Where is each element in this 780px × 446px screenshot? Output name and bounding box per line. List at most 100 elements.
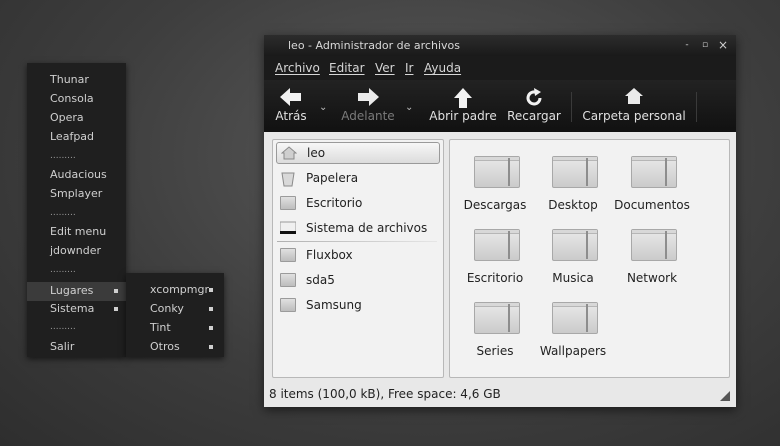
root-menu: Thunar Consola Opera Leafpad ......... A… <box>27 63 126 357</box>
folder-icon <box>280 248 296 262</box>
file-icon-view: Descargas Desktop Documentos Escritorio … <box>449 139 730 378</box>
status-bar: 8 items (100,0 kB), Free space: 4,6 GB <box>264 382 736 407</box>
title-bar[interactable]: leo - Administrador de archivos - ▫ × <box>264 35 736 56</box>
menu-item-lugares[interactable]: Lugares <box>50 283 93 299</box>
place-escritorio[interactable]: Escritorio <box>276 192 438 214</box>
reload-button[interactable]: Recargar <box>506 80 562 132</box>
submenu-item-xcompmgr[interactable]: xcompmgr <box>150 282 209 298</box>
trash-icon <box>281 172 295 187</box>
menu-item-leafpad[interactable]: Leafpad <box>50 129 94 145</box>
folder-icon <box>474 302 520 334</box>
menu-bar: Archivo Editar Ver Ir Ayuda <box>264 56 736 80</box>
folder-label: Network <box>626 271 678 285</box>
drive-icon <box>280 298 296 312</box>
menu-item-sistema[interactable]: Sistema <box>50 301 94 317</box>
menu-separator: ......... <box>50 322 76 332</box>
reload-label: Recargar <box>507 109 561 123</box>
place-papelera[interactable]: Papelera <box>276 167 438 189</box>
folder-icon <box>280 196 296 210</box>
folder-label: Wallpapers <box>539 344 607 358</box>
up-label: Abrir padre <box>429 109 497 123</box>
back-history-dropdown-icon[interactable]: ⌄ <box>319 102 327 113</box>
status-text: 8 items (100,0 kB), Free space: 4,6 GB <box>269 387 501 401</box>
folder-item-documentos[interactable]: Documentos <box>612 140 692 212</box>
close-button[interactable]: × <box>716 35 730 56</box>
submenu-item-conky[interactable]: Conky <box>150 301 184 317</box>
drive-icon <box>280 273 296 287</box>
place-label: Papelera <box>306 171 359 185</box>
place-samsung[interactable]: Samsung <box>276 294 438 316</box>
menu-editar[interactable]: Editar <box>329 56 365 80</box>
back-button[interactable]: Atrás <box>270 80 312 132</box>
place-leo[interactable]: leo <box>276 142 440 164</box>
menu-item-audacious[interactable]: Audacious <box>50 167 107 183</box>
resize-grip-icon[interactable] <box>720 391 730 401</box>
menu-ayuda[interactable]: Ayuda <box>424 56 461 80</box>
place-label: Samsung <box>306 298 362 312</box>
home-label: Carpeta personal <box>582 109 686 123</box>
menu-item-salir[interactable]: Salir <box>50 339 74 355</box>
up-button[interactable]: Abrir padre <box>428 80 498 132</box>
menu-item-consola[interactable]: Consola <box>50 91 94 107</box>
folder-icon <box>552 156 598 188</box>
forward-history-dropdown-icon[interactable]: ⌄ <box>405 102 413 113</box>
place-label: Sistema de archivos <box>306 221 428 235</box>
menu-item-jdownder[interactable]: jdownder <box>50 243 101 259</box>
menu-ver[interactable]: Ver <box>375 56 395 80</box>
drive-icon <box>280 221 296 234</box>
menu-separator: ......... <box>50 265 76 275</box>
arrow-up-icon <box>454 88 472 108</box>
home-button[interactable]: Carpeta personal <box>582 80 686 132</box>
maximize-button[interactable]: ▫ <box>698 35 712 56</box>
toolbar-separator <box>696 92 697 122</box>
submenu-arrow-icon <box>209 288 213 292</box>
forward-button[interactable]: Adelante <box>338 80 398 132</box>
folder-icon <box>474 156 520 188</box>
folder-item-desktop[interactable]: Desktop <box>533 140 613 212</box>
menu-item-edit-menu[interactable]: Edit menu <box>50 224 106 240</box>
menu-ir[interactable]: Ir <box>405 56 413 80</box>
toolbar-separator <box>571 92 572 122</box>
folder-item-escritorio[interactable]: Escritorio <box>455 213 535 285</box>
forward-label: Adelante <box>341 109 395 123</box>
place-sda5[interactable]: sda5 <box>276 269 438 291</box>
submenu-item-tint[interactable]: Tint <box>150 320 171 336</box>
place-label: sda5 <box>306 273 335 287</box>
submenu-item-otros[interactable]: Otros <box>150 339 180 355</box>
folder-item-musica[interactable]: Musica <box>533 213 613 285</box>
menu-separator: ......... <box>50 151 76 161</box>
folder-icon <box>474 229 520 261</box>
arrow-right-icon <box>358 88 379 106</box>
submenu-arrow-icon <box>114 289 118 293</box>
arrow-left-icon <box>280 88 301 106</box>
window-title: leo - Administrador de archivos <box>288 39 460 52</box>
menu-separator: ......... <box>50 208 76 218</box>
folder-item-network[interactable]: Network <box>612 213 692 285</box>
submenu-arrow-icon <box>209 345 213 349</box>
folder-icon <box>631 229 677 261</box>
file-manager-window: leo - Administrador de archivos - ▫ × Ar… <box>264 35 736 407</box>
menu-item-smplayer[interactable]: Smplayer <box>50 186 102 202</box>
back-label: Atrás <box>275 109 307 123</box>
menu-item-opera[interactable]: Opera <box>50 110 84 126</box>
folder-item-series[interactable]: Series <box>455 286 535 358</box>
menu-archivo[interactable]: Archivo <box>275 56 320 80</box>
folder-item-descargas[interactable]: Descargas <box>455 140 535 212</box>
place-label: leo <box>307 146 326 160</box>
folder-icon <box>552 229 598 261</box>
place-fluxbox[interactable]: Fluxbox <box>276 244 438 266</box>
folder-icon <box>631 156 677 188</box>
places-sidebar: leo Papelera Escritorio Sistema de archi… <box>272 139 444 378</box>
minimize-button[interactable]: - <box>680 35 694 56</box>
folder-item-wallpapers[interactable]: Wallpapers <box>533 286 613 358</box>
reload-icon <box>526 88 542 106</box>
place-sistema-de-archivos[interactable]: Sistema de archivos <box>276 217 438 239</box>
places-divider <box>277 241 437 242</box>
folder-icon <box>552 302 598 334</box>
submenu-arrow-icon <box>209 307 213 311</box>
submenu-arrow-icon <box>209 326 213 330</box>
place-label: Escritorio <box>306 196 363 210</box>
toolbar: Atrás ⌄ Adelante ⌄ Abrir padre Recargar <box>264 80 736 132</box>
lugares-submenu: xcompmgr Conky Tint Otros <box>126 273 224 357</box>
menu-item-thunar[interactable]: Thunar <box>50 72 89 88</box>
